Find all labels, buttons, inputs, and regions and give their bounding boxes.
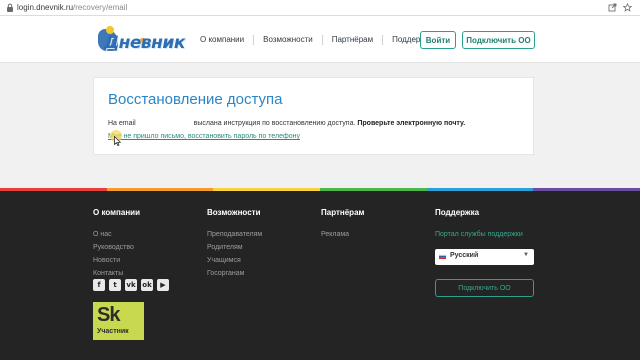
site-header: Дневник О компании Возможности Партнёрам… (0, 16, 640, 63)
url-path: /recovery/email (73, 3, 128, 12)
connect-school-button[interactable]: Подключить ОО (462, 31, 535, 49)
lock-icon (7, 3, 13, 12)
language-value: Русский (450, 252, 479, 259)
nav-divider (321, 34, 323, 45)
main-nav: О компании Возможности Партнёрам Поддерж… (200, 16, 434, 63)
mouse-cursor-icon (114, 136, 121, 146)
youtube-icon[interactable]: ▶ (157, 279, 169, 291)
footer-connect-school-button[interactable]: Подключить ОО (435, 279, 534, 297)
chevron-down-icon: ▼ (523, 252, 529, 258)
login-button[interactable]: Войти (420, 31, 456, 49)
footer-link-about-us[interactable]: О нас (93, 228, 140, 241)
footer-color-stripe (0, 188, 640, 191)
nav-partners[interactable]: Партнёрам (332, 35, 373, 44)
language-select[interactable]: Русский ▼ (435, 249, 534, 265)
footer-col-features: Возможности Преподавателям Родителям Уча… (207, 208, 262, 280)
nav-features[interactable]: Возможности (263, 35, 313, 44)
footer-link-ads[interactable]: Реклама (321, 228, 364, 241)
share-icon[interactable] (608, 3, 617, 12)
stripe-segment (0, 188, 107, 191)
page-title: Восстановление доступа (108, 91, 283, 108)
recovery-card: Восстановление доступа На email выслана и… (93, 77, 534, 155)
russia-flag-icon (439, 254, 446, 259)
url-text[interactable]: login.dnevnik.ru/recovery/email (17, 2, 127, 13)
footer-heading: Возможности (207, 208, 261, 217)
message-main: выслана инструкция по восстановлению дос… (193, 120, 356, 127)
footer-link-news[interactable]: Новости (93, 254, 140, 267)
url-host: login.dnevnik.ru (17, 3, 74, 12)
vk-icon[interactable]: vk (125, 279, 137, 291)
odnoklassniki-icon[interactable]: ok (141, 279, 153, 291)
dnevnik-logo[interactable]: Дневник (96, 24, 185, 56)
recover-by-phone-link[interactable]: Мне не пришло письмо, восстановить парол… (108, 133, 300, 140)
social-links: f t vk ok ▶ (93, 279, 173, 291)
stripe-segment (533, 188, 640, 191)
twitter-icon[interactable]: t (109, 279, 121, 291)
facebook-icon[interactable]: f (93, 279, 105, 291)
skolkovo-badge[interactable]: Sk Участник (93, 302, 144, 340)
footer-link-parents[interactable]: Родителям (207, 241, 262, 254)
footer-link-support-portal[interactable]: Портал службы поддержки (435, 228, 523, 241)
footer-link-management[interactable]: Руководство (93, 241, 140, 254)
logo-text: Дневник (104, 33, 185, 53)
stripe-segment (320, 188, 427, 191)
nav-divider (253, 34, 255, 45)
browser-address-bar[interactable]: login.dnevnik.ru/recovery/email (0, 0, 640, 16)
bookmark-star-icon[interactable] (623, 3, 632, 12)
footer-link-students[interactable]: Учащимся (207, 254, 262, 267)
skolkovo-mark: Sk (97, 304, 120, 326)
footer-col-about: О компании О нас Руководство Новости Кон… (93, 208, 140, 280)
stripe-segment (106, 188, 214, 191)
skolkovo-label: Участник (97, 328, 129, 335)
footer-heading: Поддержка (435, 208, 480, 217)
nav-about[interactable]: О компании (200, 35, 244, 44)
recovery-message: На email выслана инструкция по восстановл… (108, 120, 465, 127)
footer-heading: О компании (93, 208, 140, 217)
footer-heading: Партнёрам (321, 208, 365, 217)
message-prefix: На email (108, 120, 136, 127)
stripe-segment (213, 188, 321, 191)
footer-col-support: Поддержка Портал службы поддержки (435, 208, 523, 241)
stripe-segment (426, 188, 534, 191)
nav-divider (382, 34, 384, 45)
message-check-email: Проверьте электронную почту. (357, 120, 466, 127)
footer-link-government[interactable]: Госорганам (207, 267, 262, 280)
footer-link-teachers[interactable]: Преподавателям (207, 228, 262, 241)
footer-col-partners: Партнёрам Реклама (321, 208, 364, 241)
